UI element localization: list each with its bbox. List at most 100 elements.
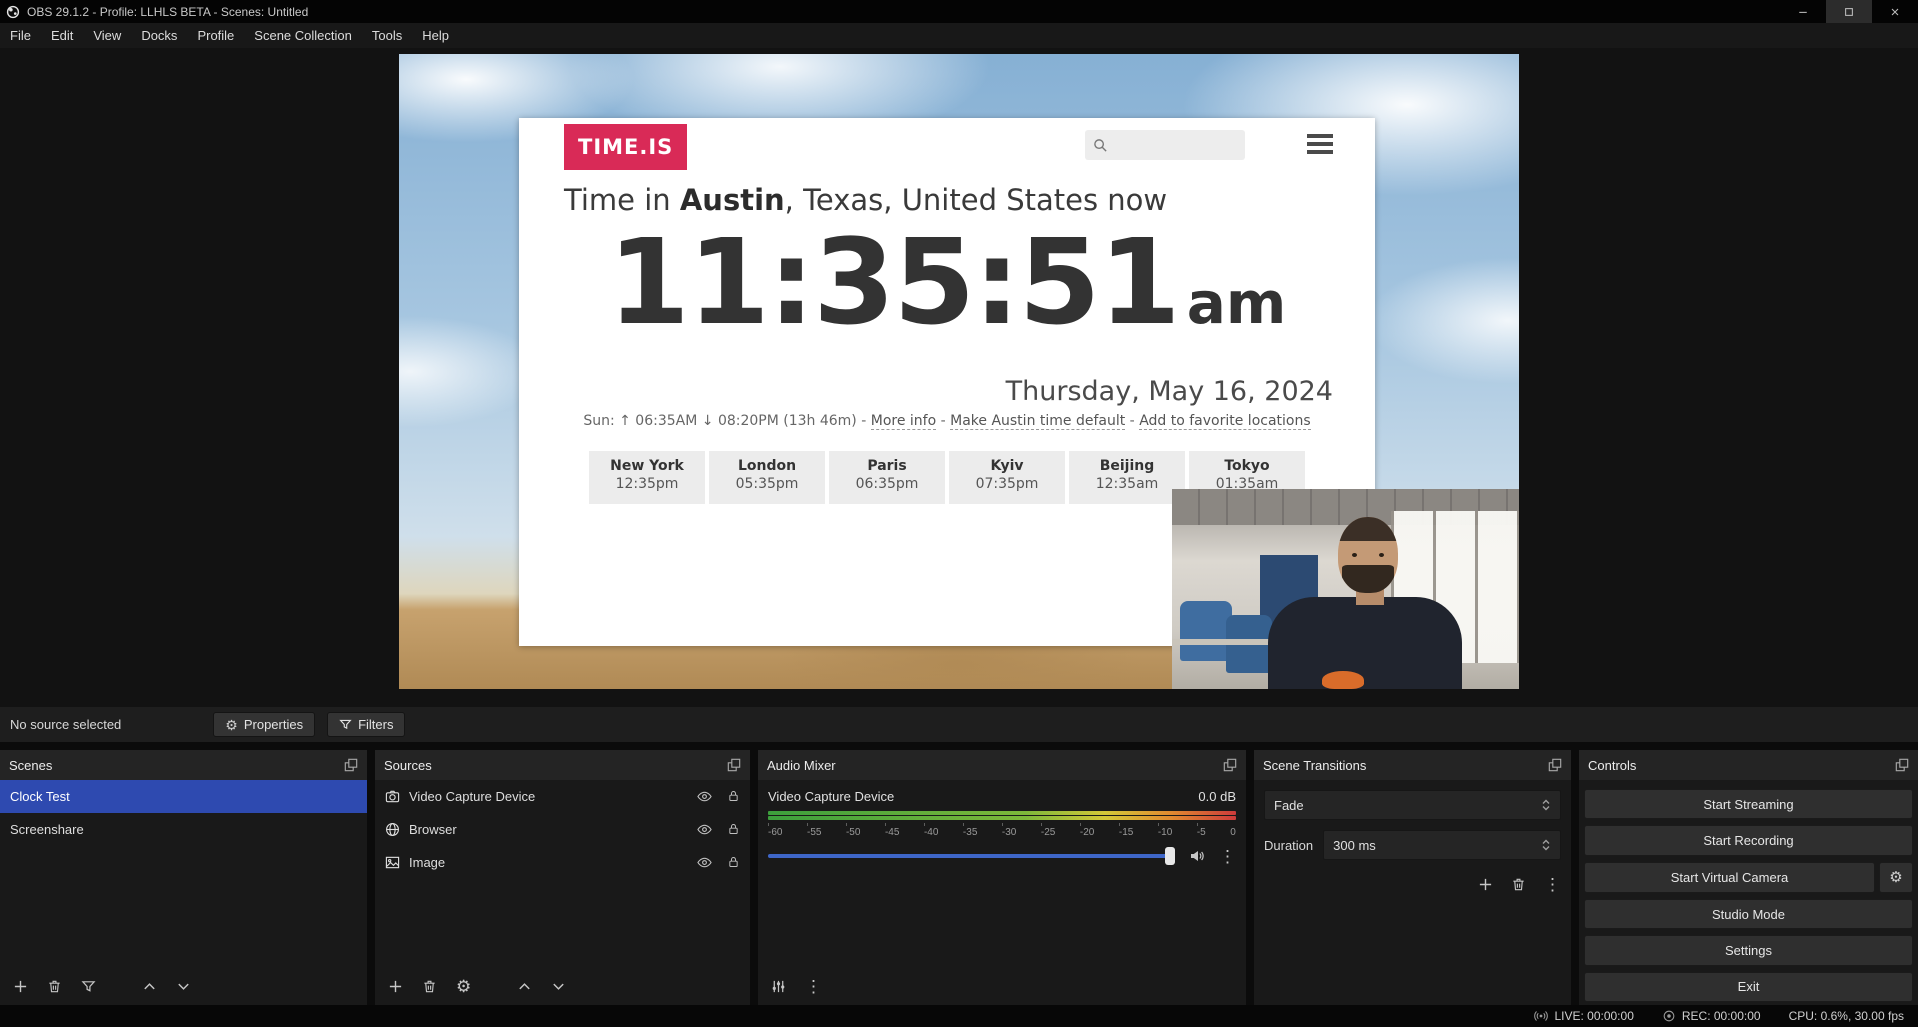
menu-profile[interactable]: Profile [187, 23, 244, 48]
start-recording-button[interactable]: Start Recording [1584, 825, 1913, 855]
transition-selected-value: Fade [1274, 798, 1304, 813]
audio-device-row: Video Capture Device 0.0 dB [768, 789, 1236, 804]
add-source-button[interactable] [388, 979, 403, 994]
city-beijing: Beijing12:35am [1069, 451, 1185, 504]
menu-docks[interactable]: Docks [131, 23, 187, 48]
no-source-label: No source selected [10, 717, 121, 732]
volume-slider[interactable] [768, 847, 1175, 865]
sources-panel-header: Sources [375, 750, 750, 780]
controls-title: Controls [1588, 758, 1636, 773]
popout-icon[interactable] [1895, 758, 1909, 772]
timeis-logo: TIME.IS [564, 124, 687, 170]
meter-scale: -60-55-50-45-40-35-30-25-20-15-10-50 [768, 827, 1236, 838]
volume-slider-track [768, 854, 1175, 858]
menu-tools[interactable]: Tools [362, 23, 412, 48]
popout-icon[interactable] [344, 758, 358, 772]
scene-filters-button[interactable] [81, 979, 96, 994]
menu-view[interactable]: View [83, 23, 131, 48]
move-scene-down-button[interactable] [176, 979, 191, 994]
controls-body: Start Streaming Start Recording Start Vi… [1579, 780, 1918, 1005]
start-streaming-button[interactable]: Start Streaming [1584, 789, 1913, 819]
scene-row-clock-test[interactable]: Clock Test [0, 780, 367, 813]
move-source-up-button[interactable] [517, 979, 532, 994]
volume-slider-handle[interactable] [1165, 847, 1175, 865]
duration-spinner[interactable]: 300 ms [1323, 830, 1561, 860]
orange-object [1322, 671, 1364, 689]
menu-edit[interactable]: Edit [41, 23, 83, 48]
popout-icon[interactable] [1223, 758, 1237, 772]
add-transition-button[interactable] [1478, 877, 1493, 892]
preview-canvas[interactable]: TIME.IS Time in Austin, Texas, United St… [399, 54, 1519, 689]
sources-list: Video Capture Device Browser [375, 780, 750, 1005]
source-row-image[interactable]: Image [375, 846, 750, 879]
properties-button[interactable]: ⚙ Properties [213, 712, 315, 737]
audio-source-menu-icon[interactable]: ⋮ [1219, 848, 1236, 865]
audio-mixer-body: Video Capture Device 0.0 dB -60-55-50-45… [758, 780, 1246, 1005]
separator: - [857, 413, 871, 429]
virtual-camera-config-button[interactable]: ⚙ [1879, 862, 1913, 893]
window-title: OBS 29.1.2 - Profile: LLHLS BETA - Scene… [27, 5, 308, 19]
scene-transitions-panel: Scene Transitions Fade Duration [1254, 750, 1571, 1005]
person-torso [1268, 597, 1462, 689]
source-row-video-capture[interactable]: Video Capture Device [375, 780, 750, 813]
scenes-panel: Scenes Clock Test Screenshare [0, 750, 367, 1005]
lock-icon[interactable] [727, 789, 740, 804]
sources-panel: Sources Video Capture Device Browser [375, 750, 750, 1005]
move-scene-up-button[interactable] [142, 979, 157, 994]
popout-icon[interactable] [1548, 758, 1562, 772]
visibility-eye-icon[interactable] [697, 855, 712, 870]
preview-area: TIME.IS Time in Austin, Texas, United St… [0, 48, 1918, 707]
popout-icon[interactable] [727, 758, 741, 772]
audio-mixer-title: Audio Mixer [767, 758, 836, 773]
menu-help[interactable]: Help [412, 23, 459, 48]
cpu-fps-status: CPU: 0.6%, 30.00 fps [1789, 1009, 1904, 1023]
heading-prefix: Time in [564, 183, 680, 217]
spinner-arrows-icon[interactable] [1541, 838, 1551, 852]
clock-ampm: am [1187, 269, 1287, 337]
mixer-menu-dots-icon[interactable]: ⋮ [805, 978, 822, 995]
person-eye [1352, 553, 1357, 557]
source-row-browser[interactable]: Browser [375, 813, 750, 846]
source-properties-gear-icon[interactable]: ⚙ [456, 978, 471, 995]
transition-select[interactable]: Fade [1264, 790, 1561, 820]
scenes-toolbar [0, 967, 367, 1005]
lock-icon[interactable] [727, 855, 740, 870]
remove-transition-button[interactable] [1511, 877, 1526, 892]
add-scene-button[interactable] [13, 979, 28, 994]
menu-scene-collection[interactable]: Scene Collection [244, 23, 362, 48]
transition-menu-dots-icon[interactable]: ⋮ [1544, 876, 1561, 893]
timeis-clock: 11:35:51am [519, 222, 1375, 363]
titlebar: OBS 29.1.2 - Profile: LLHLS BETA - Scene… [0, 0, 1918, 23]
city-kyiv: Kyiv07:35pm [949, 451, 1065, 504]
menu-file[interactable]: File [0, 23, 41, 48]
speaker-icon[interactable] [1189, 848, 1205, 864]
make-default-link: Make Austin time default [950, 413, 1125, 430]
city-paris: Paris06:35pm [829, 451, 945, 504]
maximize-button[interactable] [1826, 0, 1872, 23]
filter-icon [339, 718, 352, 731]
scene-row-screenshare[interactable]: Screenshare [0, 813, 367, 846]
statusbar: LIVE: 00:00:00 REC: 00:00:00 CPU: 0.6%, … [0, 1005, 1918, 1027]
sources-title: Sources [384, 758, 432, 773]
webcam-source[interactable] [1172, 489, 1519, 689]
audio-mixer-header: Audio Mixer [758, 750, 1246, 780]
minimize-button[interactable] [1780, 0, 1826, 23]
lock-icon[interactable] [727, 822, 740, 837]
visibility-eye-icon[interactable] [697, 789, 712, 804]
move-source-down-button[interactable] [551, 979, 566, 994]
settings-button[interactable]: Settings [1584, 935, 1913, 965]
remove-source-button[interactable] [422, 979, 437, 994]
close-button[interactable] [1872, 0, 1918, 23]
obs-logo-icon [6, 5, 20, 19]
search-icon [1093, 138, 1108, 153]
studio-mode-button[interactable]: Studio Mode [1584, 899, 1913, 929]
exit-button[interactable]: Exit [1584, 972, 1913, 1002]
remove-scene-button[interactable] [47, 979, 62, 994]
visibility-eye-icon[interactable] [697, 822, 712, 837]
image-icon [385, 855, 400, 870]
person-hair [1338, 517, 1398, 541]
advanced-audio-sliders-icon[interactable] [771, 979, 786, 994]
filters-button[interactable]: Filters [327, 712, 405, 737]
scenes-list: Clock Test Screenshare [0, 780, 367, 1005]
start-virtual-camera-button[interactable]: Start Virtual Camera [1584, 862, 1875, 893]
